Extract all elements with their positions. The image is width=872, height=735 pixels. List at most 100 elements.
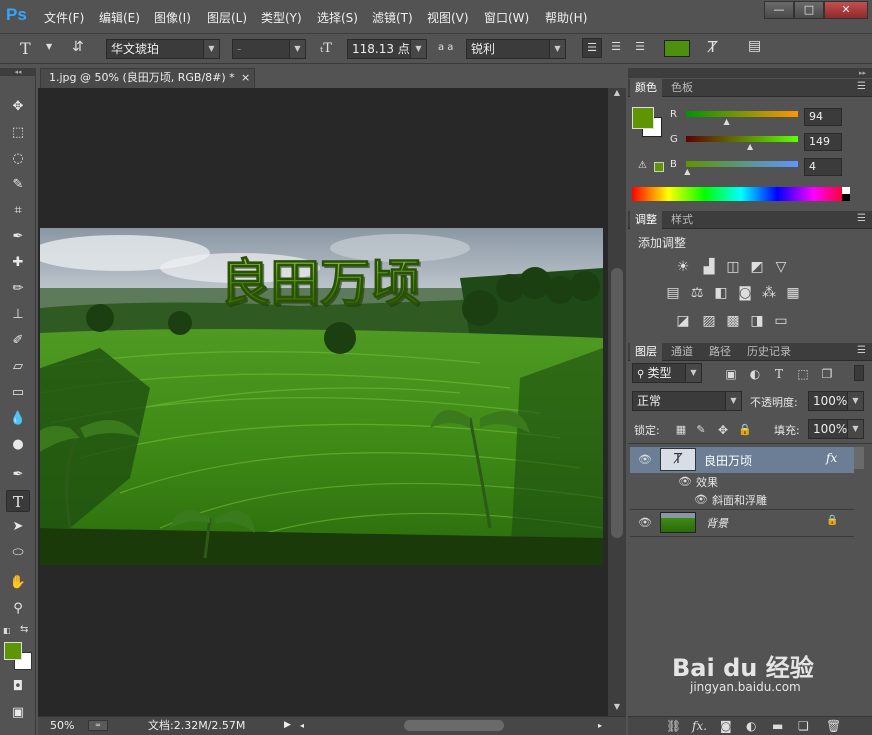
- color-balance-icon[interactable]: ⚖: [688, 285, 706, 301]
- path-selection-tool-icon[interactable]: ➤: [6, 516, 30, 538]
- layer-effect-bevel-row[interactable]: 👁 斜面和浮雕: [630, 491, 854, 509]
- status-info-icon[interactable]: ∞: [88, 720, 108, 731]
- maximize-button[interactable]: □: [794, 1, 824, 19]
- add-style-icon[interactable]: fx.: [692, 719, 707, 733]
- fill-input[interactable]: 100% ▼: [808, 419, 864, 439]
- threshold-icon[interactable]: ▩: [724, 313, 742, 329]
- marquee-tool-icon[interactable]: ⬚: [6, 122, 30, 144]
- color-spectrum-bar[interactable]: [632, 187, 850, 201]
- menu-file[interactable]: 文件(F): [44, 9, 84, 26]
- menu-window[interactable]: 窗口(W): [484, 9, 529, 26]
- invert-icon[interactable]: ◪: [674, 313, 692, 329]
- align-center-icon[interactable]: ☰: [606, 38, 626, 58]
- scroll-right-icon[interactable]: ▸: [598, 717, 602, 734]
- dodge-tool-icon[interactable]: ●: [6, 434, 30, 456]
- visibility-eye-icon[interactable]: 👁: [678, 475, 692, 488]
- tab-channels[interactable]: 通道: [666, 343, 698, 361]
- visibility-eye-icon[interactable]: 👁: [638, 516, 652, 529]
- eraser-tool-icon[interactable]: ▱: [6, 356, 30, 378]
- layer-name[interactable]: 背景: [706, 515, 728, 531]
- menu-view[interactable]: 视图(V): [427, 9, 469, 26]
- menu-type[interactable]: 类型(Y): [261, 9, 302, 26]
- lock-all-icon[interactable]: 🔒: [736, 422, 754, 438]
- green-slider[interactable]: [686, 136, 798, 142]
- menu-image[interactable]: 图像(I): [154, 9, 191, 26]
- new-adjustment-icon[interactable]: ◐: [746, 719, 756, 733]
- ellipse-tool-icon[interactable]: ⬭: [6, 542, 30, 564]
- font-style-select[interactable]: - ▼: [232, 39, 306, 59]
- lock-transparency-icon[interactable]: ▦: [672, 422, 690, 438]
- new-layer-icon[interactable]: ❏: [798, 719, 809, 733]
- type-tool-icon[interactable]: T: [6, 490, 30, 512]
- gradient-tool-icon[interactable]: ▭: [6, 382, 30, 404]
- channel-mixer-icon[interactable]: ⁂: [760, 285, 778, 301]
- font-size-select[interactable]: 118.13 点 ▼: [347, 39, 427, 59]
- layer-row-background[interactable]: 👁 背景 🔒: [630, 510, 854, 536]
- visibility-eye-icon[interactable]: 👁: [694, 493, 708, 506]
- warning-icon[interactable]: ⚠: [638, 160, 647, 171]
- layer-name[interactable]: 良田万顷: [704, 452, 752, 469]
- vertical-scrollbar[interactable]: ▲ ▼: [608, 88, 626, 716]
- zoom-level[interactable]: 50%: [50, 717, 74, 734]
- brush-tool-icon[interactable]: ✏: [6, 278, 30, 300]
- vibrance-icon[interactable]: ▽: [772, 259, 790, 275]
- selective-color-icon[interactable]: ▭: [772, 313, 790, 329]
- vertical-scroll-thumb[interactable]: [611, 268, 623, 538]
- text-color-swatch[interactable]: [664, 40, 690, 57]
- close-button[interactable]: ✕: [824, 1, 868, 19]
- menu-edit[interactable]: 编辑(E): [99, 9, 140, 26]
- move-tool-icon[interactable]: ✥: [6, 96, 30, 118]
- photo-filter-icon[interactable]: ◙: [736, 285, 754, 301]
- history-brush-tool-icon[interactable]: ✐: [6, 330, 30, 352]
- brightness-icon[interactable]: ☀: [674, 259, 692, 275]
- character-panel-icon[interactable]: ▤: [748, 38, 761, 54]
- menu-select[interactable]: 选择(S): [317, 9, 358, 26]
- black-white-ramp[interactable]: [842, 187, 850, 201]
- filter-smart-object-icon[interactable]: ❐: [818, 366, 836, 382]
- layer-effects-icon[interactable]: fx: [826, 451, 837, 465]
- menu-layer[interactable]: 图层(L): [207, 9, 247, 26]
- align-left-icon[interactable]: ☰: [582, 38, 602, 58]
- panel-collapse-icon[interactable]: ▸▸: [628, 68, 872, 78]
- font-family-select[interactable]: 华文琥珀 ▼: [106, 39, 220, 59]
- color-lookup-icon[interactable]: ▦: [784, 285, 802, 301]
- layer-filter-select[interactable]: ⚲ 类型 ▼: [632, 363, 702, 383]
- red-input[interactable]: 94: [804, 108, 842, 126]
- text-orientation-icon[interactable]: ⇵: [72, 39, 84, 55]
- gradient-map-icon[interactable]: ◨: [748, 313, 766, 329]
- clone-stamp-tool-icon[interactable]: ⊥: [6, 304, 30, 326]
- opacity-input[interactable]: 100% ▼: [808, 391, 864, 411]
- filter-shape-icon[interactable]: ⬚: [794, 366, 812, 382]
- filter-type-icon[interactable]: T: [770, 366, 788, 382]
- foreground-color-swatch[interactable]: [632, 107, 654, 129]
- menu-help[interactable]: 帮助(H): [545, 9, 587, 26]
- hand-tool-icon[interactable]: ✋: [6, 572, 30, 594]
- panel-menu-icon[interactable]: ☰: [857, 213, 866, 224]
- scroll-down-icon[interactable]: ▼: [608, 702, 626, 716]
- chevron-down-icon[interactable]: ▼: [46, 42, 52, 51]
- blur-tool-icon[interactable]: 💧: [6, 408, 30, 430]
- blend-mode-select[interactable]: 正常 ▼: [632, 391, 742, 411]
- layers-scroll-thumb[interactable]: [854, 447, 864, 469]
- type-tool-preset-icon[interactable]: T: [20, 39, 31, 58]
- tab-adjustments[interactable]: 调整: [630, 211, 662, 229]
- zoom-tool-icon[interactable]: ⚲: [6, 598, 30, 620]
- filter-adjustment-icon[interactable]: ◐: [746, 366, 764, 382]
- quick-select-tool-icon[interactable]: ✎: [6, 174, 30, 196]
- hue-saturation-icon[interactable]: ▤: [664, 285, 682, 301]
- minimize-button[interactable]: —: [764, 1, 794, 19]
- tab-paths[interactable]: 路径: [704, 343, 736, 361]
- blue-input[interactable]: 4: [804, 158, 842, 176]
- blue-slider[interactable]: [686, 161, 798, 167]
- lock-position-icon[interactable]: ✥: [714, 422, 732, 438]
- panel-menu-icon[interactable]: ☰: [857, 81, 866, 92]
- document-image[interactable]: 良田万顷 良田万顷: [40, 228, 603, 565]
- tab-layers[interactable]: 图层: [630, 343, 662, 361]
- filter-toggle[interactable]: [854, 365, 864, 381]
- healing-brush-tool-icon[interactable]: ✚: [6, 252, 30, 274]
- tab-styles[interactable]: 样式: [666, 211, 698, 229]
- exposure-icon[interactable]: ◩: [748, 259, 766, 275]
- crop-tool-icon[interactable]: ⌗: [6, 200, 30, 222]
- default-colors-icon[interactable]: ◧: [3, 626, 13, 636]
- tab-swatches[interactable]: 色板: [666, 79, 698, 97]
